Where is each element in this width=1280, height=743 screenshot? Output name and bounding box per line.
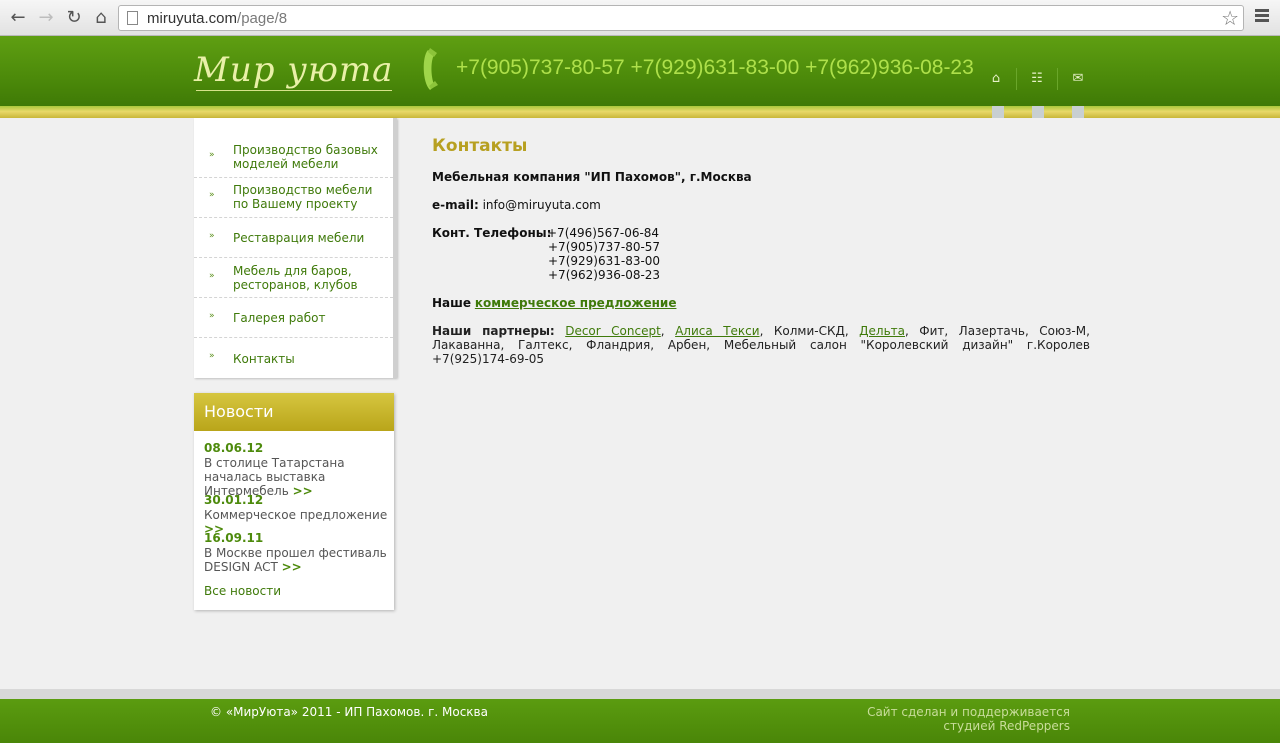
address-bar[interactable]: miruyuta.com/page/8 ☆ (118, 5, 1244, 31)
page-title: Контакты (432, 136, 528, 156)
bookmark-star-icon[interactable]: ☆ (1221, 6, 1239, 30)
sidebar-item-label: Контакты (233, 352, 295, 366)
news-more-link[interactable]: >> (282, 560, 302, 574)
header-stripe (0, 106, 1280, 118)
email-row: e-mail: info@miruyuta.com (432, 198, 601, 212)
browser-toolbar: ← → ↻ ⌂ miruyuta.com/page/8 ☆ (0, 0, 1280, 36)
sidebar-item-label: Реставрация мебели (233, 231, 365, 245)
partner-link-alisa-teksi[interactable]: Алиса Текси (675, 324, 759, 338)
phone-number: +7(929)631-83-00 (548, 254, 661, 268)
company-name: Мебельная компания "ИП Пахомов", г.Москв… (432, 170, 752, 184)
news-date[interactable]: 30.01.12 (204, 493, 263, 507)
email-label: e-mail: (432, 198, 479, 212)
sidebar-item-label: Производство базовых моделей мебели (233, 143, 378, 171)
stripe-block (1032, 106, 1044, 118)
studio-credit[interactable]: Сайт сделан и поддерживается студией Red… (867, 705, 1070, 733)
bullet-icon: » (209, 271, 215, 281)
phone-number: +7(962)936-08-23 (548, 268, 661, 282)
partners-label: Наши партнеры: (432, 324, 555, 338)
home-icon[interactable]: ⌂ (987, 70, 1005, 88)
mail-icon[interactable]: ✉ (1069, 70, 1087, 88)
stripe-block (992, 106, 1004, 118)
offer-link[interactable]: коммерческое предложение (475, 296, 677, 310)
news-more-link[interactable]: >> (293, 484, 313, 498)
phones-row: Конт. Телефоны: (432, 226, 551, 240)
bullet-icon: » (209, 351, 215, 361)
sidebar-item-gallery[interactable]: » Галерея работ (194, 298, 393, 338)
partners-comma: , (660, 324, 665, 338)
phone-number: +7(905)737-80-57 (548, 240, 661, 254)
partner-link-decor-concept[interactable]: Decor Concept (565, 324, 661, 338)
url-host: miruyuta.com (147, 10, 238, 27)
studio-line: Сайт сделан и поддерживается (867, 705, 1070, 719)
offer-row: Наше коммерческое предложение (432, 296, 676, 310)
sidebar-menu: » Производство базовых моделей мебели » … (194, 118, 397, 378)
offer-prefix: Наше (432, 296, 472, 310)
header-separator (1016, 68, 1017, 90)
studio-line: студией RedPeppers (943, 719, 1070, 733)
sidebar-item-contacts[interactable]: » Контакты (194, 338, 393, 378)
phones-label: Конт. Телефоны: (432, 226, 552, 240)
partners-comma: , (904, 324, 909, 338)
news-text: В столице Татарстана началась выставка И… (204, 456, 345, 498)
news-date[interactable]: 16.09.11 (204, 531, 263, 545)
footer-divider (0, 689, 1280, 699)
logo-underline (196, 90, 392, 91)
header-separator (1057, 68, 1058, 90)
news-date[interactable]: 08.06.12 (204, 441, 263, 455)
copyright: © «МирУюта» 2011 - ИП Пахомов. г. Москва (210, 705, 488, 719)
partners-comma: , (759, 324, 764, 338)
sidebar-item-bars[interactable]: » Мебель для баров, ресторанов, клубов (194, 258, 393, 298)
news-item[interactable]: В столице Татарстана началась выставка И… (204, 456, 389, 498)
page-icon (127, 11, 138, 25)
sidebar-item-label: Галерея работ (233, 311, 326, 325)
sidebar-item-base-models[interactable]: » Производство базовых моделей мебели (194, 118, 393, 178)
phone-number: +7(496)567-06-84 (547, 226, 660, 240)
partners-text: Колми-СКД, (773, 324, 849, 338)
email-value[interactable]: info@miruyuta.com (483, 198, 601, 212)
url-text[interactable]: miruyuta.com/page/8 (147, 10, 287, 27)
sitemap-icon[interactable]: ☷ (1028, 70, 1046, 88)
bullet-icon: » (209, 311, 215, 321)
partner-link-delta[interactable]: Дельта (859, 324, 905, 338)
bullet-icon: » (209, 231, 215, 241)
sidebar-item-label: Производство мебели по Вашему проекту (233, 183, 373, 211)
news-item[interactable]: В Москве прошел фестиваль DESIGN ACT >> (204, 546, 389, 574)
header-phones: +7(905)737-80-57 +7(929)631-83-00 +7(962… (456, 56, 974, 79)
back-icon[interactable]: ← (6, 6, 30, 30)
stripe-block (1072, 106, 1084, 118)
partners-paragraph: Наши партнеры: Decor Concept, Алиса Текс… (432, 324, 1090, 366)
forward-icon[interactable]: → (34, 6, 58, 30)
all-news-link[interactable]: Все новости (204, 584, 281, 598)
site-footer: © «МирУюта» 2011 - ИП Пахомов. г. Москва… (0, 699, 1280, 743)
url-path: /page/8 (237, 10, 288, 27)
bullet-icon: » (209, 190, 215, 200)
news-header: Новости (194, 393, 394, 431)
sidebar-item-restoration[interactable]: » Реставрация мебели (194, 218, 393, 258)
sidebar-item-custom-project[interactable]: » Производство мебели по Вашему проекту (194, 178, 393, 218)
phone-icon (423, 48, 438, 90)
bullet-icon: » (209, 150, 215, 160)
news-panel: Новости 08.06.12 В столице Татарстана на… (194, 393, 394, 610)
news-text: Коммерческое предложение (204, 508, 388, 522)
home-icon[interactable]: ⌂ (89, 6, 113, 30)
sidebar-item-label: Мебель для баров, ресторанов, клубов (233, 264, 358, 292)
news-title: Новости (204, 402, 274, 421)
site-logo[interactable]: Мир уюта (194, 50, 393, 90)
browser-menu-icon[interactable] (1252, 7, 1272, 27)
reload-icon[interactable]: ↻ (62, 6, 86, 30)
